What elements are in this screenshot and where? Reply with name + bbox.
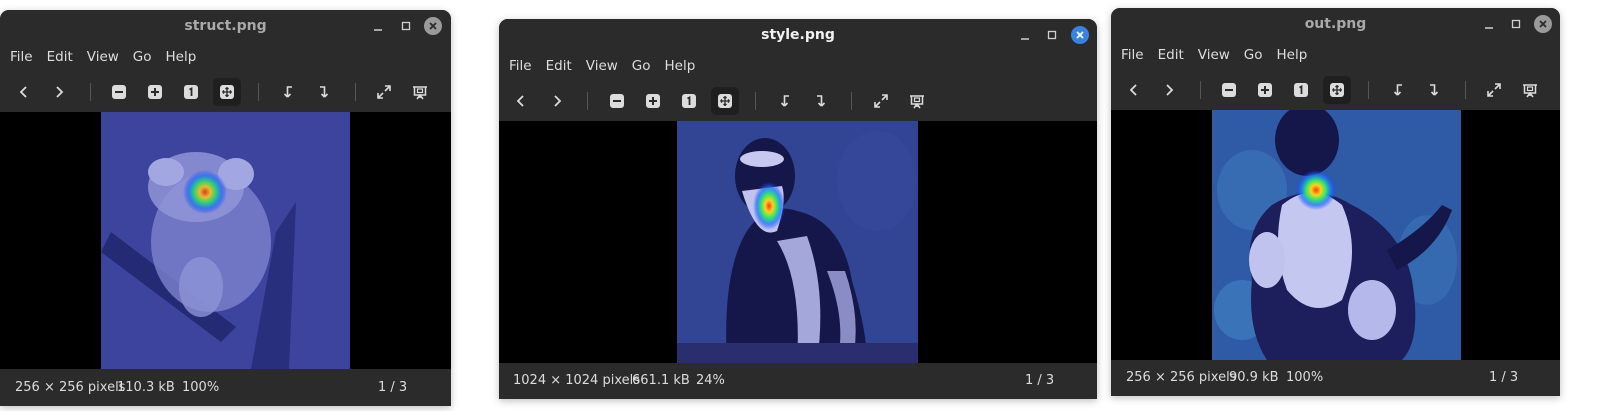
zoom-level: 100% (182, 380, 220, 395)
menu-file[interactable]: File (4, 49, 39, 65)
previous-icon[interactable] (1120, 76, 1148, 104)
image-position: 1 / 3 (1025, 373, 1055, 388)
separator (587, 92, 588, 110)
menu-help[interactable]: Help (160, 49, 203, 65)
menu-go[interactable]: Go (127, 49, 158, 65)
menu-help[interactable]: Help (1271, 47, 1314, 63)
separator (851, 92, 852, 110)
menu-edit[interactable]: Edit (540, 58, 578, 74)
slideshow-icon[interactable] (903, 87, 931, 115)
next-icon[interactable] (1155, 76, 1183, 104)
close-icon[interactable] (1071, 26, 1089, 44)
zoom-level: 100% (1286, 370, 1324, 385)
toolbar (0, 72, 451, 112)
toolbar (499, 81, 1097, 121)
slideshow-icon[interactable] (1516, 76, 1544, 104)
zoom-normal-icon[interactable] (675, 87, 703, 115)
separator (355, 83, 356, 101)
toolbar (1111, 70, 1560, 110)
separator (1368, 81, 1369, 99)
titlebar[interactable]: struct.png (0, 10, 451, 42)
fullscreen-icon[interactable] (370, 78, 398, 106)
previous-icon[interactable] (507, 87, 535, 115)
menu-file[interactable]: File (1115, 47, 1150, 63)
zoom-level: 24% (696, 373, 725, 388)
rotate-right-icon[interactable] (1420, 76, 1448, 104)
zoom-normal-icon[interactable] (177, 78, 205, 106)
image-canvas[interactable] (499, 121, 1097, 363)
minimize-icon[interactable] (1481, 16, 1497, 32)
fullscreen-icon[interactable] (867, 87, 895, 115)
menu-help[interactable]: Help (659, 58, 702, 74)
image-position: 1 / 3 (378, 380, 408, 395)
window-title: style.png (761, 27, 835, 43)
best-fit-icon[interactable] (1323, 76, 1351, 104)
koala-heatmap-image (101, 112, 350, 369)
maximize-icon[interactable] (398, 18, 414, 34)
menu-file[interactable]: File (503, 58, 538, 74)
next-icon[interactable] (543, 87, 571, 115)
image-position: 1 / 3 (1489, 370, 1519, 385)
zoom-out-icon[interactable] (105, 78, 133, 106)
previous-icon[interactable] (10, 78, 38, 106)
maximize-icon[interactable] (1044, 27, 1060, 43)
fullscreen-icon[interactable] (1480, 76, 1508, 104)
menu-edit[interactable]: Edit (41, 49, 79, 65)
monkey-heatmap-image (677, 121, 918, 363)
file-size: 110.3 kB (117, 380, 175, 395)
close-icon[interactable] (1534, 15, 1552, 33)
zoom-in-icon[interactable] (1251, 76, 1279, 104)
menu-view[interactable]: View (1192, 47, 1236, 63)
menubar: File Edit View Go Help (1111, 40, 1560, 70)
separator (258, 83, 259, 101)
menu-go[interactable]: Go (1238, 47, 1269, 63)
viewer-window-struct: struct.png File Edit View Go Help 256 × … (0, 10, 451, 406)
separator (1465, 81, 1466, 99)
titlebar[interactable]: style.png (499, 19, 1097, 51)
rotate-left-icon[interactable] (771, 87, 799, 115)
best-fit-icon[interactable] (711, 87, 739, 115)
next-icon[interactable] (45, 78, 73, 106)
zoom-in-icon[interactable] (141, 78, 169, 106)
image-dimensions: 256 × 256 pixels (15, 380, 126, 395)
viewer-window-out: out.png File Edit View Go Help 256 × 256… (1111, 8, 1560, 396)
menubar: File Edit View Go Help (0, 42, 451, 72)
image-dimensions: 1024 × 1024 pixels (513, 373, 640, 388)
menu-view[interactable]: View (81, 49, 125, 65)
separator (90, 83, 91, 101)
image-canvas[interactable] (0, 112, 451, 369)
separator (755, 92, 756, 110)
rotate-left-icon[interactable] (274, 78, 302, 106)
image-canvas[interactable] (1111, 110, 1560, 360)
slideshow-icon[interactable] (406, 78, 434, 106)
menubar: File Edit View Go Help (499, 51, 1097, 81)
rotate-left-icon[interactable] (1384, 76, 1412, 104)
image-dimensions: 256 × 256 pixels (1126, 370, 1237, 385)
close-icon[interactable] (424, 17, 442, 35)
statusbar: 256 × 256 pixels 90.9 kB 100% 1 / 3 (1111, 360, 1560, 396)
menu-go[interactable]: Go (626, 58, 657, 74)
statusbar: 1024 × 1024 pixels 661.1 kB 24% 1 / 3 (499, 363, 1097, 399)
menu-view[interactable]: View (580, 58, 624, 74)
viewer-window-style: style.png File Edit View Go Help 1024 × … (499, 19, 1097, 399)
best-fit-icon[interactable] (213, 78, 241, 106)
zoom-out-icon[interactable] (1215, 76, 1243, 104)
file-size: 90.9 kB (1229, 370, 1279, 385)
file-size: 661.1 kB (632, 373, 690, 388)
maximize-icon[interactable] (1508, 16, 1524, 32)
minimize-icon[interactable] (370, 18, 386, 34)
zoom-normal-icon[interactable] (1287, 76, 1315, 104)
rotate-right-icon[interactable] (807, 87, 835, 115)
separator (1200, 81, 1201, 99)
zoom-out-icon[interactable] (603, 87, 631, 115)
statusbar: 256 × 256 pixels 110.3 kB 100% 1 / 3 (0, 370, 451, 406)
zoom-in-icon[interactable] (639, 87, 667, 115)
menu-edit[interactable]: Edit (1152, 47, 1190, 63)
rotate-right-icon[interactable] (310, 78, 338, 106)
titlebar[interactable]: out.png (1111, 8, 1560, 40)
minimize-icon[interactable] (1017, 27, 1033, 43)
stylized-monkey-heatmap-image (1212, 110, 1461, 360)
